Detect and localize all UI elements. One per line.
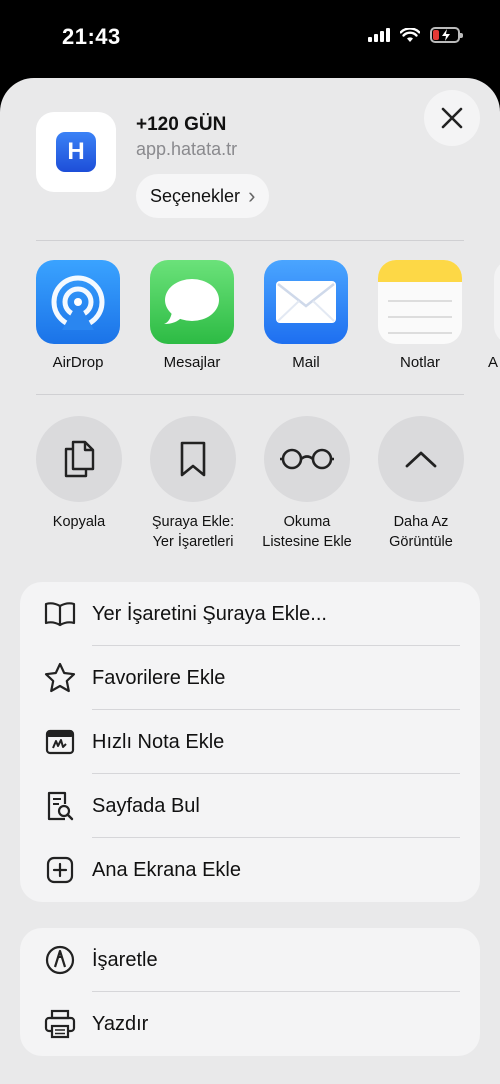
options-label: Seçenekler (150, 185, 241, 206)
menu-item-label: Yazdır (92, 1012, 149, 1035)
action-reading-list[interactable]: Okuma Listesine Ekle (257, 416, 357, 552)
share-title: +120 GÜN (136, 114, 227, 135)
menu-item-label: Ana Ekrana Ekle (92, 858, 241, 881)
menu-item-add-home-screen[interactable]: Ana Ekrana Ekle (20, 838, 480, 902)
share-target-airdrop[interactable]: AirDrop (36, 260, 120, 371)
cellular-signal-icon (368, 28, 390, 42)
divider (36, 240, 464, 241)
messages-icon (150, 260, 234, 344)
action-label: Daha Az Görüntüle (389, 514, 453, 550)
bookmark-icon (150, 416, 236, 502)
glasses-icon (264, 416, 350, 502)
menu-item-label: Hızlı Nota Ekle (92, 730, 225, 753)
action-copy[interactable]: Kopyala (36, 416, 122, 552)
app-icon: H (36, 112, 116, 192)
share-targets-row: AirDrop Mesajlar Mail Notlar (36, 260, 462, 371)
menu-item-label: Sayfada Bul (92, 794, 200, 817)
menu-item-label: İşaretle (92, 948, 158, 971)
menu-item-label: Favorilere Ekle (92, 666, 226, 689)
wifi-icon (400, 27, 420, 42)
find-in-page-icon (44, 790, 76, 822)
markup-icon (44, 944, 76, 976)
menu-item-quick-note[interactable]: Hızlı Nota Ekle (20, 710, 480, 774)
action-label: Şuraya Ekle: Yer İşaretleri (151, 514, 235, 550)
action-add-bookmark[interactable]: Şuraya Ekle: Yer İşaretleri (143, 416, 243, 552)
chevron-up-icon (378, 416, 464, 502)
share-target-label: Mesajlar (163, 354, 221, 371)
menu-item-markup[interactable]: İşaretle (20, 928, 480, 992)
airdrop-icon (36, 260, 120, 344)
add-square-icon (44, 854, 76, 886)
menu-group-secondary: İşaretle Yazdır (20, 928, 480, 1056)
status-icons (368, 27, 463, 43)
chevron-right-icon: › (248, 183, 256, 208)
battery-icon (430, 27, 463, 43)
share-subtitle: app.hatata.tr (136, 139, 238, 159)
menu-item-label: Yer İşaretini Şuraya Ekle... (92, 602, 327, 625)
close-button[interactable] (424, 90, 480, 146)
menu-item-add-bookmark-to[interactable]: Yer İşaretini Şuraya Ekle... (20, 582, 480, 646)
notes-icon (378, 260, 462, 344)
actions-row: Kopyala Şuraya Ekle: Yer İşaretleri Okum… (36, 416, 464, 552)
share-target-mail[interactable]: Mail (264, 260, 348, 371)
action-view-less[interactable]: Daha Az Görüntüle (378, 416, 464, 552)
share-target-notes[interactable]: Notlar (378, 260, 462, 371)
menu-item-print[interactable]: Yazdır (20, 992, 480, 1056)
status-time: 21:43 (62, 24, 121, 49)
divider (36, 394, 464, 395)
share-target-label: Mail (292, 354, 320, 371)
share-target-partial-label[interactable]: A (488, 354, 498, 371)
share-target-messages[interactable]: Mesajlar (150, 260, 234, 371)
share-sheet: H +120 GÜN app.hatata.tr Seçenekler › Ai… (0, 78, 500, 1084)
close-icon (441, 107, 463, 129)
star-icon (44, 662, 76, 694)
more-app-icon[interactable] (494, 260, 500, 344)
mail-icon (264, 260, 348, 344)
status-bar: 21:43 (0, 0, 500, 70)
share-target-label: Notlar (399, 354, 440, 371)
menu-item-find-in-page[interactable]: Sayfada Bul (20, 774, 480, 838)
share-target-label: AirDrop (52, 354, 104, 371)
options-button[interactable]: Seçenekler › (136, 174, 270, 218)
menu-group-primary: Yer İşaretini Şuraya Ekle... Favorilere … (20, 582, 480, 902)
printer-icon (44, 1008, 76, 1040)
app-icon-letter: H (56, 132, 96, 172)
copy-icon (36, 416, 122, 502)
action-label: Okuma Listesine Ekle (262, 514, 352, 550)
quick-note-icon (44, 726, 76, 758)
action-label: Kopyala (52, 514, 106, 530)
book-icon (44, 598, 76, 630)
menu-item-add-favorites[interactable]: Favorilere Ekle (20, 646, 480, 710)
